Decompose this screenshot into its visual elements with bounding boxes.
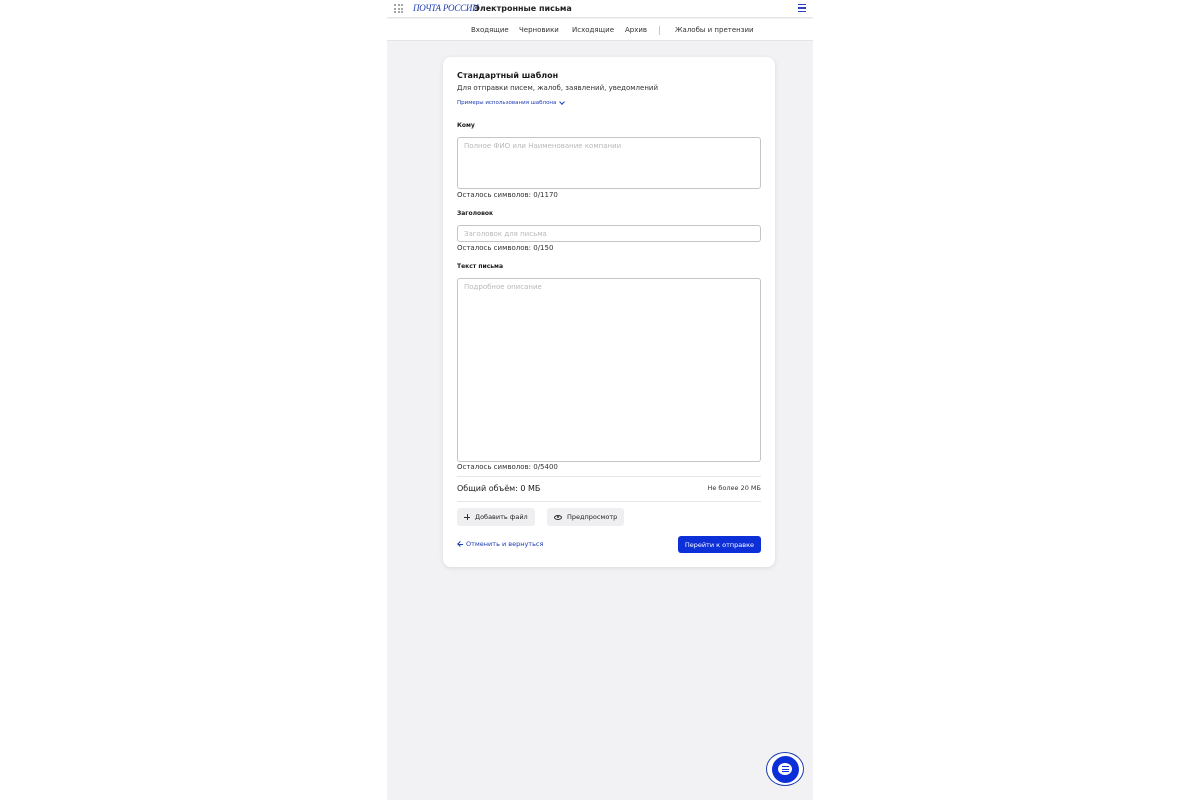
app-container: ПОЧТА РОССИИ Электронные письма Входящие… [387, 0, 813, 800]
proceed-to-send-button[interactable]: Перейти к отправке [677, 536, 761, 553]
template-subtitle: Для отправки писем, жалоб, заявлений, ув… [457, 84, 658, 92]
eye-icon [554, 514, 562, 520]
letter-form-card: Стандартный шаблон Для отправки писем, ж… [443, 57, 775, 567]
divider [457, 501, 761, 502]
submit-label: Перейти к отправке [684, 540, 754, 549]
top-bar: ПОЧТА РОССИИ Электронные письма [387, 0, 813, 18]
cancel-and-return-link[interactable]: Отменить и вернуться [457, 540, 543, 548]
arrow-left-icon [457, 542, 463, 547]
template-examples-label: Примеры использования шаблона [457, 100, 557, 106]
chat-icon [778, 763, 792, 775]
mail-tabs: Входящие Черновики Исходящие Архив Жалоб… [387, 19, 813, 41]
total-size: Общий объём: 0 МБ [457, 484, 541, 493]
body-char-counter: Осталось символов: 0/5400 [457, 463, 558, 471]
app-title: Электронные письма [474, 4, 572, 13]
template-title: Стандартный шаблон [457, 71, 559, 80]
chevron-down-icon [559, 99, 566, 105]
to-label: Кому [457, 122, 475, 129]
subject-input[interactable] [457, 225, 761, 242]
preview-label: Предпросмотр [567, 513, 618, 521]
preview-button[interactable]: Предпросмотр [547, 508, 625, 526]
add-file-button[interactable]: Добавить файл [457, 508, 535, 526]
tab-inbox[interactable]: Входящие [471, 26, 509, 35]
subject-label: Заголовок [457, 210, 494, 217]
subject-char-counter: Осталось символов: 0/150 [457, 244, 554, 252]
tab-drafts[interactable]: Черновики [519, 26, 559, 35]
body-label: Текст письма [457, 263, 504, 270]
plus-icon [464, 514, 470, 520]
chat-button-inner [771, 755, 799, 783]
tab-divider [659, 26, 660, 35]
hamburger-menu-icon[interactable] [798, 4, 806, 12]
template-examples-toggle[interactable]: Примеры использования шаблона [457, 99, 566, 106]
to-char-counter: Осталось символов: 0/1170 [457, 191, 558, 199]
tab-archive[interactable]: Архив [625, 26, 647, 35]
divider [457, 476, 761, 477]
chat-button[interactable] [766, 752, 804, 786]
to-input[interactable] [457, 137, 761, 189]
apps-grid-icon[interactable] [394, 4, 403, 13]
tab-outgoing[interactable]: Исходящие [572, 26, 614, 35]
size-limit: Не более 20 МБ [707, 484, 761, 492]
pochta-logo[interactable]: ПОЧТА РОССИИ [413, 2, 479, 15]
tab-complaints[interactable]: Жалобы и претензии [675, 26, 754, 35]
add-file-label: Добавить файл [475, 513, 528, 521]
cancel-label: Отменить и вернуться [466, 540, 544, 548]
body-textarea[interactable] [457, 278, 761, 462]
